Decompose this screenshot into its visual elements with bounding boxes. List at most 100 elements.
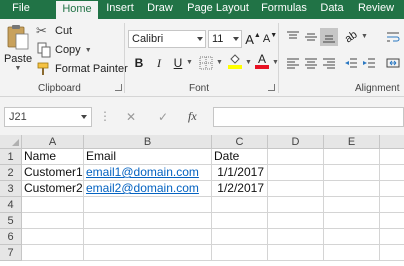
paste-button[interactable]: Paste ▼ — [4, 23, 32, 75]
align-left-button[interactable] — [284, 54, 302, 72]
tab-review[interactable]: Review — [356, 0, 396, 19]
column-header-a[interactable]: A — [22, 135, 84, 149]
cell-overflow[interactable] — [380, 149, 404, 165]
column-header-d[interactable]: D — [268, 135, 324, 149]
row-header-7[interactable]: 7 — [0, 245, 22, 261]
tab-data[interactable]: Data — [316, 0, 348, 19]
copy-dropdown-icon[interactable]: ▼ — [85, 47, 92, 54]
cell-b6[interactable] — [84, 229, 212, 245]
font-name-dropdown[interactable]: Calibri — [128, 30, 206, 48]
cell-d2[interactable] — [268, 165, 324, 181]
cell-b7[interactable] — [84, 245, 212, 261]
cell-a2[interactable]: Customer1 — [22, 165, 84, 181]
cell-e7[interactable] — [324, 245, 380, 261]
font-dialog-launcher-icon[interactable] — [268, 84, 275, 91]
cell-a4[interactable] — [22, 197, 84, 213]
cell-b2[interactable]: email1@domain.com — [84, 165, 212, 181]
select-all-button[interactable] — [0, 135, 22, 149]
cell-overflow[interactable] — [380, 245, 404, 261]
cell-d5[interactable] — [268, 213, 324, 229]
cell-c2[interactable]: 1/1/2017 — [212, 165, 268, 181]
merge-center-button[interactable] — [384, 54, 402, 72]
cell-b1[interactable]: Email — [84, 149, 212, 165]
borders-dropdown-icon[interactable]: ▼ — [216, 59, 223, 66]
font-size-dropdown[interactable]: 11 — [208, 30, 242, 48]
increase-indent-button[interactable] — [360, 54, 378, 72]
cell-e1[interactable] — [324, 149, 380, 165]
italic-button[interactable]: I — [150, 54, 168, 72]
cell-d3[interactable] — [268, 181, 324, 197]
cell-a7[interactable] — [22, 245, 84, 261]
fill-color-button[interactable] — [226, 52, 244, 70]
clipboard-dialog-launcher-icon[interactable] — [115, 84, 122, 91]
cell-c3[interactable]: 1/2/2017 — [212, 181, 268, 197]
column-header-e[interactable]: E — [324, 135, 380, 149]
cut-button[interactable]: ✂ Cut — [36, 23, 72, 39]
bottom-align-button[interactable] — [320, 28, 338, 46]
cell-overflow[interactable] — [380, 229, 404, 245]
bold-button[interactable]: B — [130, 54, 148, 72]
cell-overflow[interactable] — [380, 181, 404, 197]
grow-font-button[interactable]: A ▲ — [244, 30, 262, 48]
cell-d6[interactable] — [268, 229, 324, 245]
align-right-button[interactable] — [320, 54, 338, 72]
cell-a5[interactable] — [22, 213, 84, 229]
column-header-b[interactable]: B — [84, 135, 212, 149]
cell-a1[interactable]: Name — [22, 149, 84, 165]
cell-e2[interactable] — [324, 165, 380, 181]
format-painter-button[interactable]: Format Painter — [36, 61, 128, 77]
cell-c7[interactable] — [212, 245, 268, 261]
cell-e3[interactable] — [324, 181, 380, 197]
insert-function-icon[interactable]: fx — [188, 109, 197, 124]
row-header-3[interactable]: 3 — [0, 181, 22, 197]
cell-b4[interactable] — [84, 197, 212, 213]
enter-icon[interactable]: ✓ — [158, 110, 168, 124]
cell-overflow[interactable] — [380, 197, 404, 213]
row-header-1[interactable]: 1 — [0, 149, 22, 165]
cell-e6[interactable] — [324, 229, 380, 245]
cell-overflow[interactable] — [380, 165, 404, 181]
underline-dropdown-icon[interactable]: ▼ — [186, 59, 193, 66]
column-header-c[interactable]: C — [212, 135, 268, 149]
align-center-button[interactable] — [302, 54, 320, 72]
tab-insert[interactable]: Insert — [102, 0, 138, 19]
cell-b3[interactable]: email2@domain.com — [84, 181, 212, 197]
borders-button[interactable] — [197, 54, 215, 72]
underline-button[interactable]: U — [169, 54, 187, 72]
orientation-button[interactable]: ab — [342, 28, 360, 46]
decrease-indent-button[interactable] — [342, 54, 360, 72]
tab-draw[interactable]: Draw — [144, 0, 176, 19]
tab-file[interactable]: File — [0, 0, 42, 19]
cell-b5[interactable] — [84, 213, 212, 229]
cell-a6[interactable] — [22, 229, 84, 245]
cell-c1[interactable]: Date — [212, 149, 268, 165]
row-header-4[interactable]: 4 — [0, 197, 22, 213]
name-box[interactable]: J21 — [4, 107, 92, 127]
tab-home[interactable]: Home — [56, 1, 98, 19]
cell-c6[interactable] — [212, 229, 268, 245]
row-header-5[interactable]: 5 — [0, 213, 22, 229]
cell-d7[interactable] — [268, 245, 324, 261]
cell-e4[interactable] — [324, 197, 380, 213]
formula-input[interactable] — [213, 107, 404, 127]
cell-overflow[interactable] — [380, 213, 404, 229]
middle-align-button[interactable] — [302, 28, 320, 46]
cancel-icon[interactable]: ✕ — [126, 110, 136, 124]
wrap-text-button[interactable] — [384, 28, 402, 46]
cell-d4[interactable] — [268, 197, 324, 213]
orientation-dropdown-icon[interactable]: ▼ — [361, 33, 368, 40]
cell-d1[interactable] — [268, 149, 324, 165]
cell-a3[interactable]: Customer2 — [22, 181, 84, 197]
row-header-6[interactable]: 6 — [0, 229, 22, 245]
copy-button[interactable]: Copy ▼ — [36, 42, 92, 58]
tab-formulas[interactable]: Formulas — [258, 0, 310, 19]
fill-color-dropdown-icon[interactable]: ▼ — [245, 59, 252, 66]
top-align-button[interactable] — [284, 28, 302, 46]
shrink-font-button[interactable]: A ▼ — [261, 30, 279, 48]
cell-c5[interactable] — [212, 213, 268, 229]
cell-e5[interactable] — [324, 213, 380, 229]
cell-c4[interactable] — [212, 197, 268, 213]
font-color-button[interactable]: A — [253, 52, 271, 70]
tab-page-layout[interactable]: Page Layout — [185, 0, 251, 19]
row-header-2[interactable]: 2 — [0, 165, 22, 181]
